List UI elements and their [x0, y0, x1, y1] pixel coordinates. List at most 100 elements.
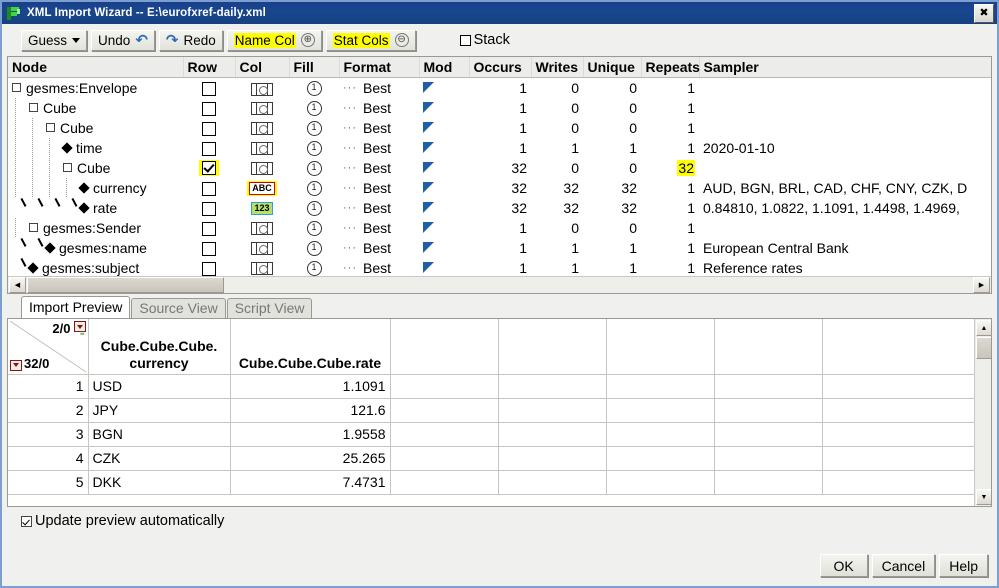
preview-cell-empty-2[interactable]	[498, 470, 607, 495]
col-type-cell[interactable]	[235, 98, 289, 118]
format-cell[interactable]: ··· Best	[339, 178, 419, 198]
mod-triangle-icon[interactable]	[423, 81, 434, 93]
preview-vscroll-thumb[interactable]	[976, 337, 991, 359]
row-checkbox-cell[interactable]	[183, 78, 235, 98]
preview-cell-empty-5[interactable]	[822, 374, 989, 399]
tree-node-cell[interactable]: gesmes:name	[8, 238, 183, 258]
fill-cell[interactable]: 1	[289, 78, 339, 98]
preview-col-currency[interactable]: Cube.Cube.Cube. currency	[88, 319, 231, 375]
undo-button[interactable]: Undo ↶	[91, 29, 155, 51]
mod-triangle-icon[interactable]	[423, 201, 434, 213]
mod-cell[interactable]	[419, 158, 469, 178]
preview-cell-rate[interactable]: 121.6	[230, 398, 391, 423]
tree-hscroll-thumb[interactable]	[27, 277, 224, 293]
fill-cell[interactable]: 1	[289, 198, 339, 218]
mod-triangle-icon[interactable]	[423, 141, 434, 153]
corner-row-dropdown-icon[interactable]	[10, 359, 22, 371]
preview-row[interactable]: 3 BGN 1.9558	[8, 422, 989, 447]
preview-cell-currency[interactable]: CZK	[88, 446, 231, 471]
preview-col-empty-1[interactable]	[390, 319, 499, 375]
tree-node-cell[interactable]: gesmes:subject	[8, 258, 183, 278]
mod-cell[interactable]	[419, 78, 469, 98]
tree-col-row[interactable]: Row	[183, 57, 236, 78]
123-icon[interactable]: 123	[251, 202, 273, 216]
tree-col-unique[interactable]: Unique	[583, 57, 642, 78]
row-checkbox-cell[interactable]	[183, 158, 235, 178]
format-cell[interactable]: ··· Best	[339, 118, 419, 138]
col-type-cell[interactable]	[235, 158, 289, 178]
tree-row[interactable]: Cube 1 ··· Best 1 0 0 1	[8, 117, 991, 138]
col-type-cell[interactable]	[235, 138, 289, 158]
preview-cell-empty-1[interactable]	[390, 470, 499, 495]
col-type-cell[interactable]	[235, 238, 289, 258]
tab-script-view[interactable]: Script View	[226, 298, 313, 318]
preview-cell-empty-4[interactable]	[714, 374, 823, 399]
preview-cell-currency[interactable]: USD	[88, 374, 231, 399]
preview-cell-empty-2[interactable]	[498, 422, 607, 447]
tree-row[interactable]: currency ABC 1 ··· Best 32 32 32 1 AUD, BGN, BRL,…	[8, 177, 991, 198]
tree-expander-icon[interactable]	[12, 83, 21, 93]
preview-row-number[interactable]: 5	[8, 470, 89, 495]
tree-node-cell[interactable]: gesmes:Envelope	[8, 78, 183, 98]
tree-col-sampler[interactable]: Sampler	[699, 57, 991, 78]
format-cell[interactable]: ··· Best	[339, 238, 419, 258]
tree-expander-icon[interactable]	[29, 103, 38, 112]
tree-col-occurs[interactable]: Occurs	[469, 57, 532, 78]
tree-col-node[interactable]: Node	[8, 57, 184, 78]
preview-cell-rate[interactable]: 1.9558	[230, 422, 391, 447]
row-checkbox[interactable]	[202, 241, 216, 256]
grid-icon[interactable]	[251, 102, 273, 116]
preview-cell-empty-5[interactable]	[822, 470, 989, 495]
fill-cell[interactable]: 1	[289, 138, 339, 158]
tree-expander-icon[interactable]	[29, 223, 38, 232]
mod-cell[interactable]	[419, 98, 469, 118]
preview-cell-empty-2[interactable]	[498, 398, 607, 423]
col-type-cell[interactable]: ABC	[235, 178, 289, 198]
row-checkbox-cell[interactable]	[183, 198, 235, 218]
preview-cell-empty-1[interactable]	[390, 374, 499, 399]
preview-cell-empty-4[interactable]	[714, 398, 823, 423]
mod-cell[interactable]	[419, 198, 469, 218]
mod-cell[interactable]	[419, 238, 469, 258]
preview-cell-currency[interactable]: BGN	[88, 422, 231, 447]
preview-row-number[interactable]: 1	[8, 374, 89, 399]
format-cell[interactable]: ··· Best	[339, 258, 419, 278]
preview-col-empty-2[interactable]	[498, 319, 607, 375]
tree-col-col[interactable]: Col	[235, 57, 290, 78]
preview-cell-empty-4[interactable]	[714, 422, 823, 447]
redo-button[interactable]: ↷ Redo	[158, 29, 223, 51]
row-checkbox[interactable]	[202, 221, 216, 236]
preview-cell-empty-5[interactable]	[822, 446, 989, 471]
tree-node-cell[interactable]: time	[8, 137, 183, 158]
grid-icon[interactable]	[251, 242, 273, 256]
format-cell[interactable]: ··· Best	[339, 218, 419, 238]
grid-icon[interactable]	[251, 122, 273, 136]
preview-cell-empty-3[interactable]	[606, 470, 715, 495]
scroll-up-icon[interactable]: ▲	[976, 320, 991, 336]
tree-col-fill[interactable]: Fill	[289, 57, 340, 78]
tree-col-writes[interactable]: Writes	[531, 57, 584, 78]
fill-cell[interactable]: 1	[289, 258, 339, 278]
row-checkbox[interactable]	[202, 181, 216, 196]
name-col-button[interactable]: Name Col ⊕	[226, 29, 322, 51]
tree-row[interactable]: Cube 1 ··· Best 32 0 0 32	[8, 157, 991, 178]
scroll-right-icon[interactable]: ▶	[973, 277, 990, 293]
col-type-cell[interactable]	[235, 118, 289, 138]
grid-icon[interactable]	[251, 262, 273, 276]
format-cell[interactable]: ··· Best	[339, 138, 419, 158]
tree-node-cell[interactable]: Cube	[8, 97, 183, 118]
grid-icon[interactable]	[251, 162, 273, 176]
tab-import-preview[interactable]: Import Preview	[21, 296, 131, 318]
preview-row-number[interactable]: 3	[8, 422, 89, 447]
tree-node-cell[interactable]: Cube	[8, 157, 183, 178]
col-type-cell[interactable]	[235, 78, 289, 98]
preview-col-rate[interactable]: Cube.Cube.Cube.rate	[230, 319, 391, 375]
row-checkbox[interactable]	[202, 161, 216, 176]
stat-cols-button[interactable]: Stat Cols ⊖	[325, 29, 416, 51]
tree-node-cell[interactable]: rate	[8, 198, 183, 218]
update-preview-checkbox[interactable]: Update preview automatically	[21, 513, 997, 529]
preview-row[interactable]: 2 JPY 121.6	[8, 398, 989, 423]
preview-cell-currency[interactable]: JPY	[88, 398, 231, 423]
preview-cell-empty-3[interactable]	[606, 422, 715, 447]
preview-cell-rate[interactable]: 7.4731	[230, 470, 391, 495]
